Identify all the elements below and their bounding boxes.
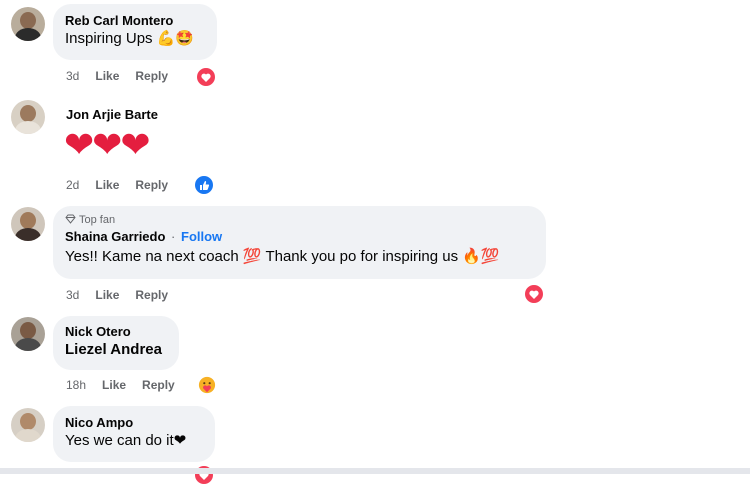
comment-author[interactable]: Reb Carl Montero [65,12,205,29]
comment-text: Yes!! Kame na next coach 💯 Thank you po … [65,248,500,265]
comment-bubble: Nick Otero Liezel Andrea [53,316,179,370]
comment-actions: 3d Like Reply [66,288,184,302]
like-button[interactable]: Like [102,378,126,392]
separator: · [171,229,176,244]
comment-timestamp[interactable]: 3d [66,288,79,302]
comment-bubble: Nico Ampo Yes we can do it❤ [53,406,215,462]
comment-timestamp[interactable]: 18h [66,378,86,392]
comment-author[interactable]: Nico Ampo [65,414,203,431]
comment-author-line: Shaina Garriedo · Follow [65,228,534,245]
comment-actions: 2d Like Reply [66,178,184,192]
comment-text: ❤❤❤ [64,124,150,165]
comment-actions: 3d Like Reply [66,69,184,83]
divider [0,468,750,474]
reply-button[interactable]: Reply [135,288,168,302]
care-reaction-icon[interactable] [196,374,218,396]
love-reaction-icon[interactable] [195,66,217,88]
avatar[interactable] [11,100,45,134]
reply-button[interactable]: Reply [135,69,168,83]
comment-bubble: Top fan Shaina Garriedo · Follow Yes!! K… [53,206,546,279]
like-button[interactable]: Like [95,178,119,192]
comment-author[interactable]: Nick Otero [65,323,167,340]
reply-button[interactable]: Reply [135,178,168,192]
like-reaction-icon[interactable] [193,174,215,196]
avatar[interactable] [11,408,45,442]
love-reaction-icon[interactable] [523,283,545,305]
like-button[interactable]: Like [95,69,119,83]
avatar[interactable] [11,207,45,241]
comment-author[interactable]: Shaina Garriedo [65,229,165,244]
top-fan-badge: Top fan [65,213,534,227]
comment-author[interactable]: Jon Arjie Barte [66,106,158,123]
comment-text: Yes we can do it❤ [65,432,187,449]
comment-timestamp[interactable]: 2d [66,178,79,192]
avatar[interactable] [11,7,45,41]
avatar[interactable] [11,317,45,351]
comment-actions: 18h Like Reply [66,378,191,392]
comment-bubble: Reb Carl Montero Inspiring Ups 💪🤩 [53,4,217,60]
comment-text: Inspiring Ups 💪🤩 [65,30,195,47]
mention-link[interactable]: Liezel Andrea [65,340,167,360]
diamond-icon [65,214,76,224]
follow-button[interactable]: Follow [181,229,222,244]
top-fan-label: Top fan [79,214,116,226]
like-button[interactable]: Like [95,288,119,302]
reply-button[interactable]: Reply [142,378,175,392]
comment-timestamp[interactable]: 3d [66,69,79,83]
